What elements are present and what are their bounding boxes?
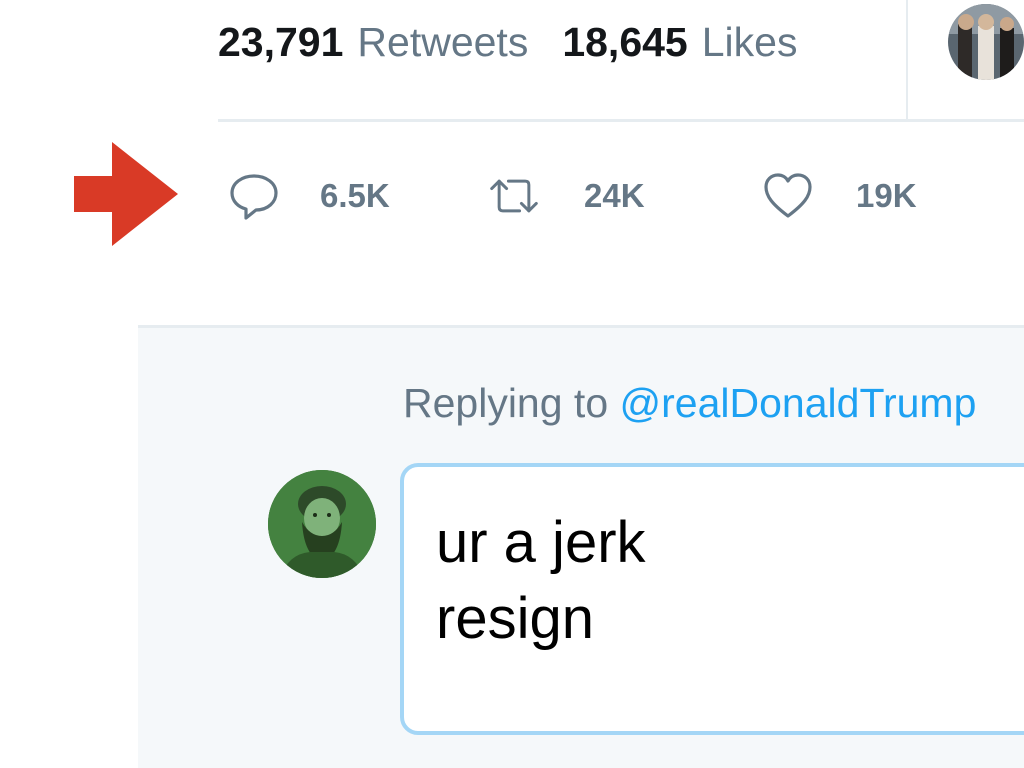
- tweet-detail-view: 23,791 Retweets 18,645 Likes 6.5K 24K 19…: [0, 0, 1024, 768]
- reply-bubble-icon: [228, 170, 280, 222]
- retweets-count: 23,791: [218, 18, 344, 65]
- retweets-label: Retweets: [357, 18, 529, 65]
- reply-button[interactable]: 6.5K: [228, 168, 390, 224]
- composer-line-1: ur a jerk: [436, 510, 646, 575]
- section-divider: [218, 119, 1024, 122]
- retweet-icon: [488, 170, 540, 222]
- reply-count: 6.5K: [320, 177, 390, 214]
- heart-icon: [762, 170, 814, 222]
- like-count: 19K: [856, 177, 917, 214]
- retweet-button[interactable]: 24K: [488, 168, 645, 224]
- like-button[interactable]: 19K: [762, 168, 917, 224]
- replying-prefix: Replying to: [403, 380, 609, 426]
- reply-composer[interactable]: ur a jerk resign: [400, 463, 1024, 735]
- tweet-action-bar: 6.5K 24K 19K: [0, 168, 1024, 224]
- reply-panel: Replying to @realDonaldTrump ur a jerk r…: [138, 325, 1024, 768]
- likes-stat[interactable]: 18,645 Likes: [562, 19, 797, 66]
- user-avatar[interactable]: [268, 470, 376, 578]
- composer-line-2: resign: [436, 586, 594, 651]
- retweet-count: 24K: [584, 177, 645, 214]
- replying-to-label: Replying to @realDonaldTrump: [403, 380, 976, 427]
- tweet-stats: 23,791 Retweets 18,645 Likes: [218, 14, 831, 70]
- likes-count: 18,645: [562, 18, 688, 65]
- stats-divider: [906, 0, 908, 120]
- composer-text[interactable]: ur a jerk resign: [436, 505, 646, 657]
- liker-avatar[interactable]: [948, 4, 1024, 80]
- user-avatar-image: [268, 470, 376, 578]
- retweets-stat[interactable]: 23,791 Retweets: [218, 19, 528, 66]
- likes-label: Likes: [701, 18, 798, 65]
- reply-mention-link[interactable]: @realDonaldTrump: [620, 380, 977, 426]
- liker-avatar-image: [948, 4, 1024, 80]
